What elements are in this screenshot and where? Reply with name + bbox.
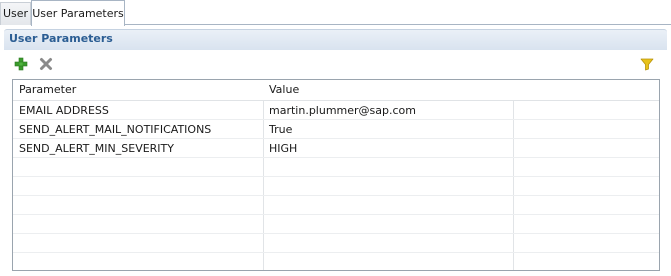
value-cell: [263, 234, 513, 253]
column-header-value[interactable]: Value: [263, 80, 513, 100]
user-parameters-section: User Parameters Parameter Value EMAIL AD…: [4, 29, 667, 274]
value-cell: True: [269, 123, 293, 136]
table-row[interactable]: [13, 215, 659, 234]
parameters-table: Parameter Value EMAIL ADDRESS martin.plu…: [12, 79, 660, 271]
table-row[interactable]: SEND_ALERT_MAIL_NOTIFICATIONS True: [13, 120, 659, 139]
parameter-cell: [13, 158, 263, 177]
filter-icon: [640, 58, 654, 71]
tab-user-parameters[interactable]: User Parameters: [31, 0, 125, 26]
table-row[interactable]: [13, 234, 659, 253]
toolbar: [4, 53, 667, 75]
parameter-cell: [13, 234, 263, 253]
value-cell: [263, 177, 513, 196]
parameter-cell: EMAIL ADDRESS: [19, 104, 109, 117]
value-cell: [263, 158, 513, 177]
section-header: User Parameters: [4, 29, 667, 50]
value-cell: [263, 215, 513, 234]
table-row[interactable]: EMAIL ADDRESS martin.plummer@sap.com: [13, 101, 659, 120]
tab-strip: User User Parameters: [0, 0, 671, 26]
table-row[interactable]: SEND_ALERT_MIN_SEVERITY HIGH: [13, 139, 659, 158]
value-cell: [263, 253, 513, 270]
add-button[interactable]: [12, 55, 30, 73]
section-title: User Parameters: [9, 32, 113, 45]
table-row[interactable]: [13, 177, 659, 196]
table-row[interactable]: [13, 158, 659, 177]
value-cell: martin.plummer@sap.com: [269, 104, 416, 117]
parameter-cell: SEND_ALERT_MIN_SEVERITY: [19, 142, 174, 155]
delete-button[interactable]: [37, 55, 55, 73]
column-header-parameter[interactable]: Parameter: [13, 80, 263, 100]
parameter-cell: SEND_ALERT_MAIL_NOTIFICATIONS: [19, 123, 212, 136]
parameter-cell: [13, 215, 263, 234]
value-cell: [263, 196, 513, 215]
tab-user[interactable]: User: [0, 2, 31, 25]
table-body: EMAIL ADDRESS martin.plummer@sap.com SEN…: [13, 101, 659, 270]
delete-icon: [40, 58, 52, 70]
add-icon: [14, 57, 28, 71]
table-row[interactable]: [13, 196, 659, 215]
parameter-cell: [13, 196, 263, 215]
value-cell: HIGH: [269, 142, 298, 155]
parameter-cell: [13, 177, 263, 196]
table-row[interactable]: [13, 253, 659, 270]
column-header-empty: [513, 80, 659, 100]
filter-button[interactable]: [638, 55, 656, 73]
table-header: Parameter Value: [13, 80, 659, 101]
parameter-cell: [13, 253, 263, 270]
